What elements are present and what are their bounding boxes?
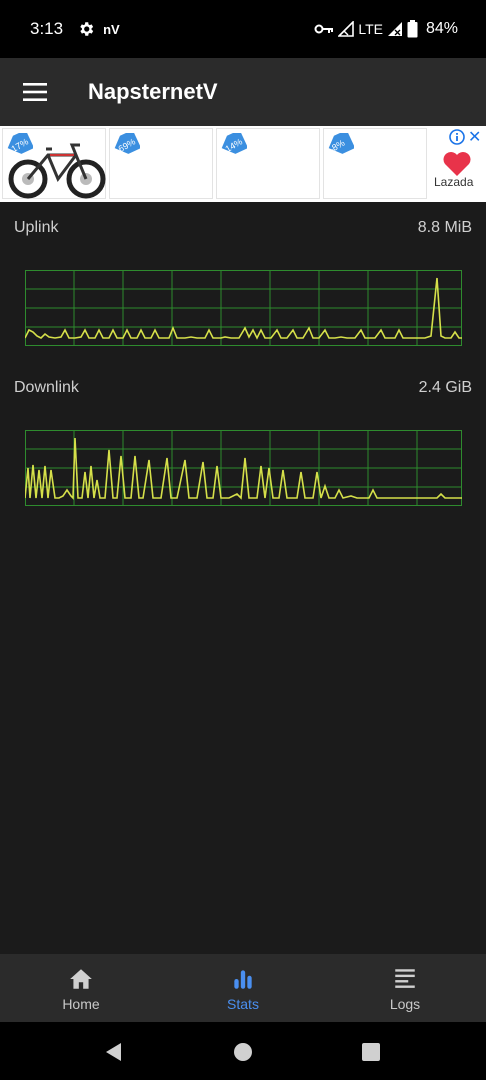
hamburger-menu-icon	[23, 83, 47, 101]
battery-icon	[407, 20, 418, 38]
bottom-nav: Home Stats Logs	[0, 954, 486, 1022]
uplink-graph	[25, 270, 462, 346]
lazada-logo-icon	[443, 152, 471, 176]
bar-chart-icon	[234, 970, 252, 989]
ad-info-icon[interactable]	[449, 129, 465, 145]
ad-close-icon[interactable]: ✕	[468, 127, 481, 147]
status-time: 3:13	[30, 19, 64, 38]
app-bar: NapsternetV	[0, 58, 486, 126]
network-type: LTE	[358, 21, 383, 37]
cell-signal-icon	[387, 22, 402, 36]
home-circle-icon[interactable]	[232, 1041, 254, 1063]
bicycle-image	[8, 143, 106, 199]
logs-icon	[395, 969, 415, 988]
status-bar: 3:13 nV LTE 84%	[0, 0, 486, 58]
battery-percent: 84%	[425, 20, 458, 37]
ad-brand: Lazada	[434, 175, 474, 189]
ad-product-card[interactable]: -69%	[109, 128, 213, 199]
system-nav-bar	[0, 1022, 486, 1080]
uplink-value: 8.8 MiB	[417, 219, 472, 236]
wifi-signal-icon	[338, 21, 355, 37]
nav-stats[interactable]: Stats	[162, 954, 324, 1022]
nav-home-label: Home	[62, 996, 100, 1012]
nav-stats-label: Stats	[227, 996, 259, 1012]
nav-home[interactable]: Home	[0, 954, 162, 1022]
uplink-label: Uplink	[14, 219, 59, 236]
downlink-graph	[25, 430, 462, 506]
ad-product-card[interactable]: -8%	[323, 128, 427, 199]
menu-button[interactable]	[0, 58, 70, 126]
downlink-label: Downlink	[14, 379, 79, 396]
app-title: NapsternetV	[88, 79, 218, 104]
recents-icon[interactable]	[360, 1041, 382, 1063]
vpn-key-icon	[314, 24, 334, 34]
home-icon	[70, 969, 92, 989]
nav-logs-label: Logs	[389, 996, 421, 1012]
stats-panel: Uplink 8.8 MiB Downlink 2.4 GiB	[0, 202, 486, 954]
ad-product-card[interactable]: -14%	[216, 128, 320, 199]
gear-icon	[80, 22, 94, 36]
downlink-value: 2.4 GiB	[418, 379, 472, 396]
status-icons: LTE 84%	[314, 20, 458, 38]
back-icon[interactable]	[103, 1041, 125, 1063]
ad-banner[interactable]: -17% -69% -14% -8% ✕ Lazada	[0, 126, 486, 202]
nav-logs[interactable]: Logs	[324, 954, 486, 1022]
ad-product-card[interactable]: -17%	[2, 128, 106, 199]
app-indicator: nV	[103, 21, 120, 37]
